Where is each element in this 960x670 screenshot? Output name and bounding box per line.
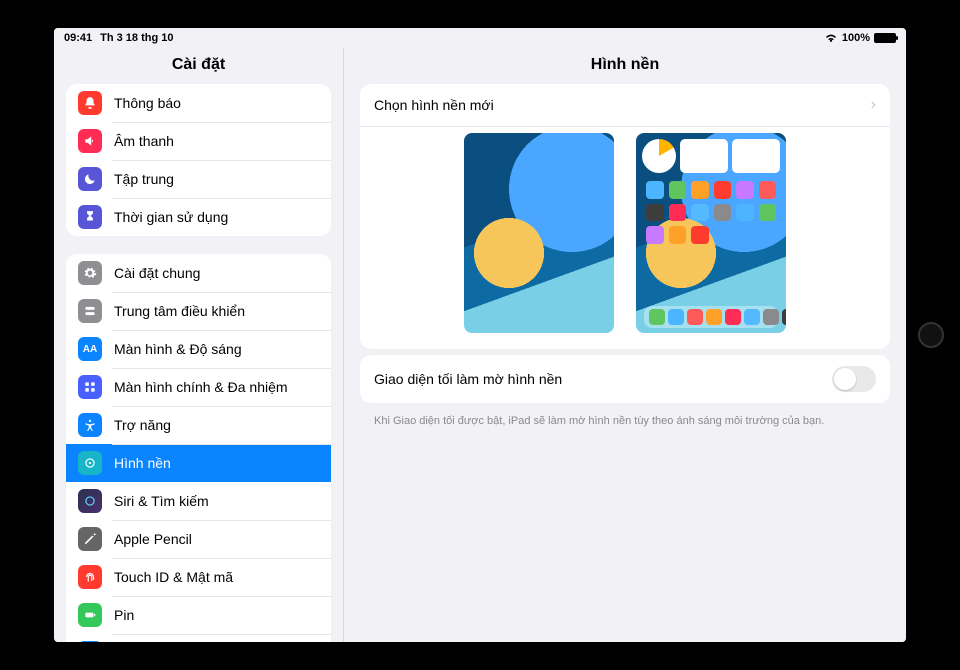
sidebar-item-label: Tập trung <box>114 171 174 187</box>
siri-icon <box>78 489 102 513</box>
sidebar-item-siri[interactable]: Siri & Tìm kiếm <box>66 482 331 520</box>
sidebar-item-label: Apple Pencil <box>114 531 192 547</box>
sidebar-item-label: Cài đặt chung <box>114 265 200 281</box>
sidebar-item-notifications[interactable]: Thông báo <box>66 84 331 122</box>
sidebar-item-screentime[interactable]: Thời gian sử dụng <box>66 198 331 236</box>
sidebar-item-label: Thời gian sử dụng <box>114 209 228 225</box>
sidebar-item-focus[interactable]: Tập trung <box>66 160 331 198</box>
status-battery-pct: 100% <box>842 32 870 44</box>
status-bar: 09:41 Th 3 18 thg 10 100% <box>54 28 906 48</box>
dim-wallpaper-footer: Khi Giao diện tối được bật, iPad sẽ làm … <box>360 409 890 427</box>
ipad-device-frame: 09:41 Th 3 18 thg 10 100% Cài đặt <box>0 0 960 670</box>
sidebar-item-sounds[interactable]: Âm thanh <box>66 122 331 160</box>
sidebar-item-label: Màn hình chính & Đa nhiệm <box>114 379 288 395</box>
speaker-icon <box>78 129 102 153</box>
sidebar-item-control-center[interactable]: Trung tâm điều khiển <box>66 292 331 330</box>
sidebar-item-label: Touch ID & Mật mã <box>114 569 233 585</box>
screen: 09:41 Th 3 18 thg 10 100% Cài đặt <box>54 28 906 642</box>
sidebar-title: Cài đặt <box>54 48 343 84</box>
battery-icon <box>78 603 102 627</box>
choose-wallpaper-label: Chọn hình nền mới <box>374 97 494 113</box>
sidebar-item-label: Thông báo <box>114 95 181 111</box>
sidebar-item-accessibility[interactable]: Trợ năng <box>66 406 331 444</box>
dim-wallpaper-switch[interactable] <box>832 366 876 392</box>
settings-sidebar: Cài đặt Thông báo <box>54 48 344 642</box>
sidebar-item-pencil[interactable]: Apple Pencil <box>66 520 331 558</box>
text-size-icon: AA <box>78 337 102 361</box>
detail-title: Hình nền <box>344 48 906 84</box>
split-content: Cài đặt Thông báo <box>54 48 906 642</box>
status-date: Th 3 18 thg 10 <box>100 32 173 44</box>
widget-clock-icon <box>642 139 676 173</box>
sidebar-item-homescreen[interactable]: Màn hình chính & Đa nhiệm <box>66 368 331 406</box>
choose-wallpaper-card: Chọn hình nền mới › <box>360 84 890 349</box>
sidebar-item-wallpaper[interactable]: Hình nền <box>66 444 331 482</box>
home-button[interactable] <box>918 322 944 348</box>
gear-icon <box>78 261 102 285</box>
widget-placeholder <box>732 139 780 173</box>
sidebar-scroll[interactable]: Thông báo Âm thanh Tập tru <box>54 84 343 642</box>
wifi-icon <box>824 33 838 43</box>
sidebar-item-battery[interactable]: Pin <box>66 596 331 634</box>
moon-icon <box>78 167 102 191</box>
sidebar-item-label: Pin <box>114 607 134 623</box>
homescreen-preview[interactable] <box>636 133 786 333</box>
battery-icon <box>874 33 896 43</box>
hand-icon <box>78 641 102 642</box>
sidebar-item-label: Màn hình & Độ sáng <box>114 341 242 357</box>
hourglass-icon <box>78 205 102 229</box>
detail-body[interactable]: Chọn hình nền mới › <box>344 84 906 642</box>
dim-wallpaper-row: Giao diện tối làm mờ hình nền <box>360 355 890 403</box>
sidebar-item-label: Siri & Tìm kiếm <box>114 493 209 509</box>
sidebar-item-label: Âm thanh <box>114 133 174 149</box>
sidebar-item-label: Hình nền <box>114 455 171 471</box>
sidebar-item-general[interactable]: Cài đặt chung <box>66 254 331 292</box>
sidebar-item-label: Trung tâm điều khiển <box>114 303 245 319</box>
sidebar-item-touchid[interactable]: Touch ID & Mật mã <box>66 558 331 596</box>
grid-icon <box>78 375 102 399</box>
app-grid-preview <box>646 181 776 244</box>
fingerprint-icon <box>78 565 102 589</box>
dim-wallpaper-card: Giao diện tối làm mờ hình nền <box>360 355 890 403</box>
detail-pane: Hình nền Chọn hình nền mới › <box>344 48 906 642</box>
dim-wallpaper-label: Giao diện tối làm mờ hình nền <box>374 371 562 387</box>
wallpaper-previews <box>360 126 890 349</box>
dock-preview <box>644 306 778 328</box>
sidebar-group-2: Cài đặt chung Trung tâm điều khiển AA Mà… <box>66 254 331 642</box>
choose-wallpaper-row[interactable]: Chọn hình nền mới › <box>360 84 890 126</box>
accessibility-icon <box>78 413 102 437</box>
chevron-right-icon: › <box>871 96 876 114</box>
bell-icon <box>78 91 102 115</box>
sidebar-item-privacy[interactable]: Quyền riêng tư & Bảo mật <box>66 634 331 642</box>
widget-placeholder <box>680 139 728 173</box>
sidebar-item-label: Trợ năng <box>114 417 171 433</box>
sidebar-item-display[interactable]: AA Màn hình & Độ sáng <box>66 330 331 368</box>
toggles-icon <box>78 299 102 323</box>
wallpaper-icon <box>78 451 102 475</box>
status-time: 09:41 <box>64 32 92 44</box>
lockscreen-preview[interactable] <box>464 133 614 333</box>
pencil-icon <box>78 527 102 551</box>
sidebar-group-1: Thông báo Âm thanh Tập tru <box>66 84 331 236</box>
